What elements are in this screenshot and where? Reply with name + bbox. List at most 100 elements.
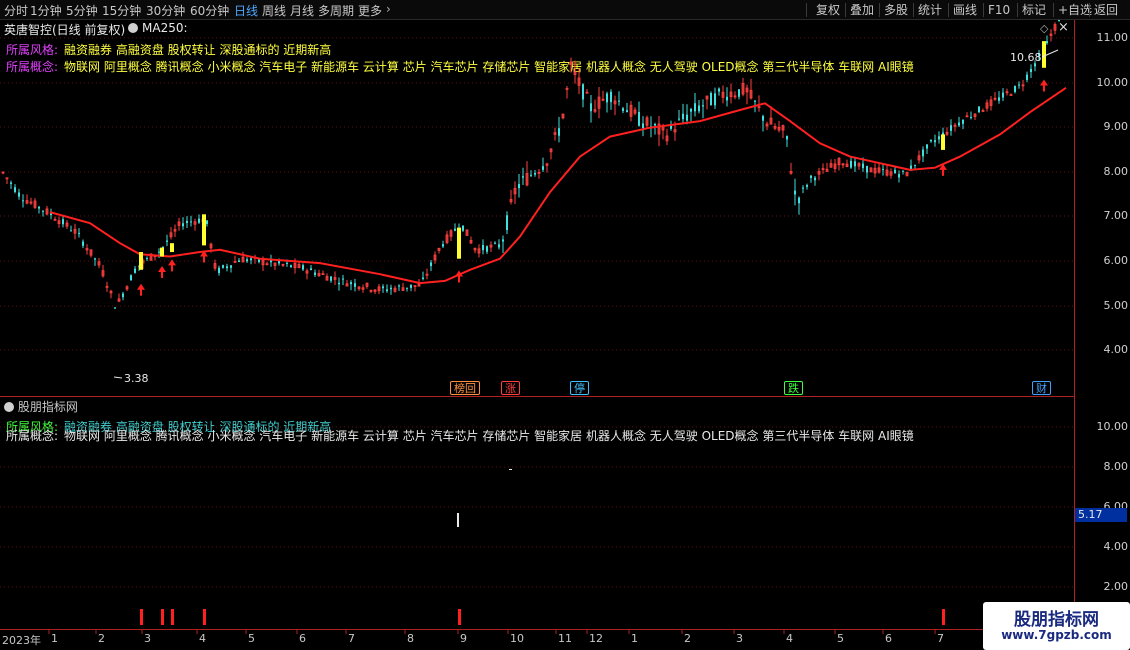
low-price-marker: 3.38	[124, 372, 149, 385]
period-tab-10[interactable]: 更多	[358, 2, 382, 19]
candle-body	[626, 110, 628, 113]
month-label: 7	[348, 632, 355, 645]
candle-body	[1026, 74, 1028, 80]
indicator-chart[interactable]	[0, 397, 1075, 629]
candle-body	[618, 100, 620, 102]
current-value-badge: 5.17	[1075, 508, 1127, 522]
toolbar-button-0[interactable]: 复权	[816, 1, 840, 19]
candle-body	[146, 258, 148, 260]
toolbar-button-2[interactable]: 多股	[884, 1, 908, 19]
toolbar-button-5[interactable]: F10	[988, 1, 1010, 19]
candle-body	[930, 139, 932, 142]
candle-body	[130, 275, 132, 281]
candle-body	[38, 206, 40, 209]
candle-body	[406, 287, 408, 289]
toolbar-button-8[interactable]: 返回	[1094, 1, 1118, 19]
candle-body	[18, 192, 20, 197]
period-tab-5[interactable]: 60分钟	[190, 2, 229, 19]
month-label: 12	[589, 632, 603, 645]
candle-body	[222, 265, 224, 268]
candle-body	[122, 293, 124, 298]
price-tick: 11.00	[1096, 31, 1129, 44]
candle-body	[82, 241, 84, 246]
candle-body	[534, 172, 536, 175]
month-label: 1	[51, 632, 58, 645]
candle-body	[902, 170, 904, 172]
period-tab-1[interactable]: 1分钟	[30, 2, 62, 19]
signal-bar	[1042, 41, 1046, 68]
indicator-tick: 2.00	[1103, 580, 1129, 593]
candle-body	[442, 244, 444, 247]
indicator-dot	[509, 469, 512, 470]
candle-body	[542, 166, 544, 170]
month-label: 3	[144, 632, 151, 645]
signal-tick	[942, 609, 945, 625]
candle-body	[14, 187, 16, 192]
chevron-right-icon[interactable]: ›	[386, 2, 391, 16]
candles	[1, 20, 1060, 309]
year-label: 2023年	[2, 634, 41, 647]
candle-body	[962, 120, 964, 124]
toolbar-button-6[interactable]: 标记	[1022, 1, 1046, 19]
candle-body	[134, 268, 136, 273]
month-label: 5	[248, 632, 255, 645]
event-badge[interactable]: 财	[1032, 381, 1051, 395]
candle-body	[290, 265, 292, 268]
candle-body	[226, 266, 228, 269]
event-badge[interactable]: 榜回	[450, 381, 480, 395]
toolbar-separator	[1089, 3, 1090, 17]
month-label: 6	[299, 632, 306, 645]
candle-body	[1030, 68, 1032, 73]
toolbar-button-1[interactable]: 叠加	[850, 1, 874, 19]
candle-body	[314, 272, 316, 275]
candle-body	[506, 215, 508, 231]
candle-body	[1014, 86, 1016, 93]
candle-body	[590, 103, 592, 112]
candle-body	[398, 285, 400, 287]
candle-body	[218, 267, 220, 273]
period-tab-9[interactable]: 多周期	[318, 2, 354, 19]
period-tab-4[interactable]: 30分钟	[146, 2, 185, 19]
up-arrow-icon	[168, 259, 176, 272]
candle-body	[22, 200, 24, 202]
signal-bar	[160, 247, 164, 257]
period-tab-3[interactable]: 15分钟	[102, 2, 141, 19]
signal-tick	[171, 609, 174, 625]
up-arrow-icon	[1040, 79, 1048, 92]
toolbar-button-4[interactable]: 画线	[953, 1, 977, 19]
toolbar-separator	[948, 3, 949, 17]
candle-body	[638, 111, 640, 126]
candle-body	[354, 283, 356, 287]
event-badge[interactable]: 跌	[784, 381, 803, 395]
month-label: 5	[837, 632, 844, 645]
candle-body	[522, 176, 524, 178]
candle-body	[978, 106, 980, 113]
toolbar-button-7[interactable]: +自选	[1058, 1, 1092, 19]
month-label: 6	[885, 632, 892, 645]
event-badge[interactable]: 停	[570, 381, 589, 395]
candle-body	[482, 244, 484, 251]
candlestick-chart[interactable]	[0, 20, 1075, 416]
candle-body	[798, 197, 800, 204]
period-tab-6[interactable]: 日线	[234, 2, 258, 19]
candle-body	[454, 228, 456, 231]
candle-body	[190, 221, 192, 223]
candle-body	[78, 232, 80, 234]
candle-body	[686, 114, 688, 121]
indicator-bar	[457, 513, 459, 527]
period-tab-0[interactable]: 分时	[4, 2, 28, 19]
up-arrow-icon	[158, 266, 166, 279]
signal-bar	[457, 227, 461, 259]
candle-body	[922, 149, 924, 157]
period-tab-8[interactable]: 月线	[290, 2, 314, 19]
candle-body	[342, 278, 344, 280]
event-badge[interactable]: 涨	[501, 381, 520, 395]
candle-body	[810, 175, 812, 178]
price-tick: 9.00	[1103, 120, 1129, 133]
candle-body	[950, 125, 952, 131]
period-tab-2[interactable]: 5分钟	[66, 2, 98, 19]
period-tab-7[interactable]: 周线	[262, 2, 286, 19]
candle-body	[934, 140, 936, 143]
toolbar-button-3[interactable]: 统计	[918, 1, 942, 19]
price-tick: 5.00	[1103, 299, 1129, 312]
